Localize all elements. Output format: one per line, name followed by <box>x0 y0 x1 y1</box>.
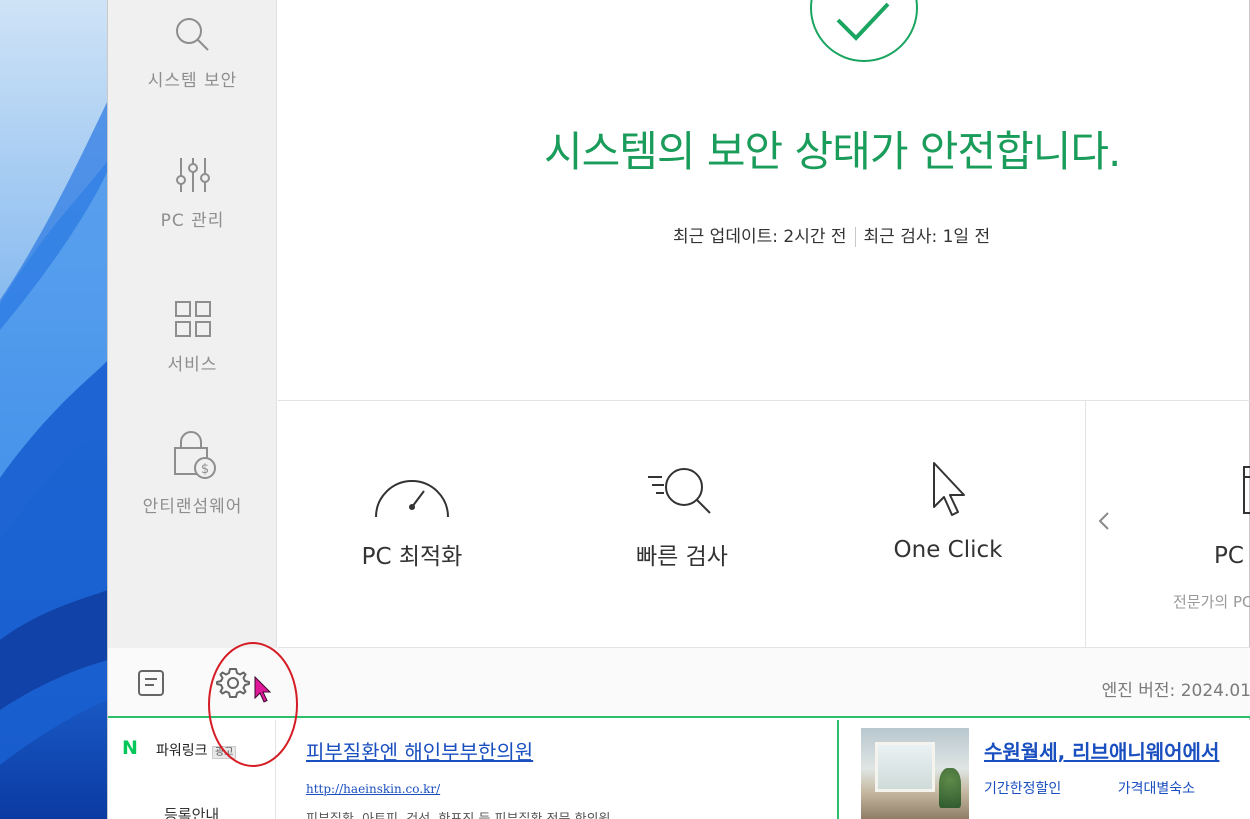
tool-label: PC 최적화 <box>361 544 463 570</box>
tool-one-click[interactable]: One Click <box>838 461 1058 563</box>
ad-tags: 기간한정할인 가격대별숙소 <box>984 778 1247 798</box>
quick-scan-icon <box>648 468 711 514</box>
ad-right-section: 수원월세, 리브애니웨어에서 기간한정할인 가격대별숙소 <box>841 720 1250 819</box>
gauge-icon <box>375 480 449 518</box>
chevron-left-icon <box>1098 512 1109 530</box>
tool-label: One Click <box>893 537 1003 563</box>
sidebar-item-label: PC 관리 <box>160 211 225 231</box>
ad-thumbnail[interactable] <box>861 728 969 819</box>
status-separator <box>854 227 856 247</box>
engine-version: 엔진 버전: 2024.01 <box>1101 681 1250 701</box>
ad-description: 피부질환, 아토피, 건선, 한포진 등 피부질환 전문 한의원 <box>306 808 610 819</box>
ad-register-link[interactable]: 등록안내 <box>164 804 219 819</box>
footer-bar: 엔진 버전: 2024.01 <box>108 642 1250 767</box>
tool-description: 전문가의 PC <box>1173 593 1250 611</box>
ad-thumbnail-window <box>875 742 935 792</box>
screen-root: 시스템 보안 PC 관리 서비스 $ 안티랜섬웨어 시스템의 보안 상태가 안전… <box>0 0 1250 819</box>
sidebar-item-pc-management[interactable]: PC 관리 <box>108 154 277 231</box>
ad-tag-link[interactable]: 기간한정할인 <box>984 781 1061 797</box>
document-icon <box>138 670 164 696</box>
ad-right-title-link[interactable]: 수원월세, 리브애니웨어에서 <box>984 736 1219 765</box>
ad-tag: 광고 <box>211 746 237 759</box>
sliders-icon <box>175 158 210 192</box>
search-icon <box>175 18 209 51</box>
powerlink-label: 파워링크 광고 <box>156 740 237 760</box>
naver-logo: N <box>122 737 138 759</box>
tools-divider <box>1085 401 1086 649</box>
security-status-panel: 시스템의 보안 상태가 안전합니다. 최근 업데이트: 2시간 전 최근 검사: … <box>278 0 1250 400</box>
ad-url-link[interactable]: http://haeinskin.co.kr/ <box>306 782 440 796</box>
ad-title-link[interactable]: 피부질환엔 해인부부한의원 <box>306 736 533 765</box>
status-check-badge <box>810 0 918 62</box>
last-scan-text: 최근 검사: 1일 전 <box>863 227 991 247</box>
tool-pc-expert[interactable]: PC <box>1198 461 1250 569</box>
sidebar-item-service[interactable]: 서비스 <box>108 298 277 375</box>
status-title: 시스템의 보안 상태가 안전합니다. <box>544 127 1121 176</box>
tool-label: PC <box>1214 543 1244 569</box>
mouse-pointer-icon <box>254 675 274 708</box>
status-subinfo: 최근 업데이트: 2시간 전 최근 검사: 1일 전 <box>673 222 990 247</box>
carousel-prev-button[interactable] <box>1096 509 1112 539</box>
sidebar-item-label: 서비스 <box>167 355 218 375</box>
svg-text:$: $ <box>200 462 208 477</box>
powerlink-text: 파워링크 <box>156 743 208 759</box>
ad-main-section: 피부질환엔 해인부부한의원 http://haeinskin.co.kr/ 피부… <box>276 720 839 819</box>
tool-label: 빠른 검사 <box>636 544 728 570</box>
checkmark-icon <box>836 2 890 41</box>
ad-thumbnail-plant <box>939 768 961 808</box>
cursor-icon <box>933 462 965 516</box>
quick-tools-panel: PC 최적화 빠른 검사 One Click PC 전문가의 PC <box>278 400 1250 649</box>
sidebar-item-label: 시스템 보안 <box>147 71 238 91</box>
desktop-wallpaper <box>0 0 108 819</box>
sidebar-item-anti-ransomware[interactable]: $ 안티랜섬웨어 <box>108 430 277 517</box>
report-button[interactable] <box>136 668 166 702</box>
tool-pc-optimize[interactable]: PC 최적화 <box>302 461 522 571</box>
window-icon <box>1243 466 1250 514</box>
ad-banner: N 파워링크 광고 등록안내 피부질환엔 해인부부한의원 http://haei… <box>108 720 1250 819</box>
tool-quick-scan[interactable]: 빠른 검사 <box>572 461 792 571</box>
ad-tag-link[interactable]: 가격대별숙소 <box>1118 781 1195 797</box>
sidebar-item-system-security[interactable]: 시스템 보안 <box>108 14 277 91</box>
lock-dollar-icon: $ <box>173 431 216 479</box>
app-window: 시스템 보안 PC 관리 서비스 $ 안티랜섬웨어 시스템의 보안 상태가 안전… <box>107 0 1250 819</box>
ad-powerlink-section: N 파워링크 광고 등록안내 <box>108 720 276 819</box>
gear-icon <box>216 668 250 698</box>
settings-button[interactable] <box>216 666 250 704</box>
grid-icon <box>174 301 211 337</box>
sidebar-item-label: 안티랜섬웨어 <box>142 497 243 517</box>
last-update-text: 최근 업데이트: 2시간 전 <box>673 227 847 247</box>
sidebar: 시스템 보안 PC 관리 서비스 $ 안티랜섬웨어 <box>108 0 277 648</box>
